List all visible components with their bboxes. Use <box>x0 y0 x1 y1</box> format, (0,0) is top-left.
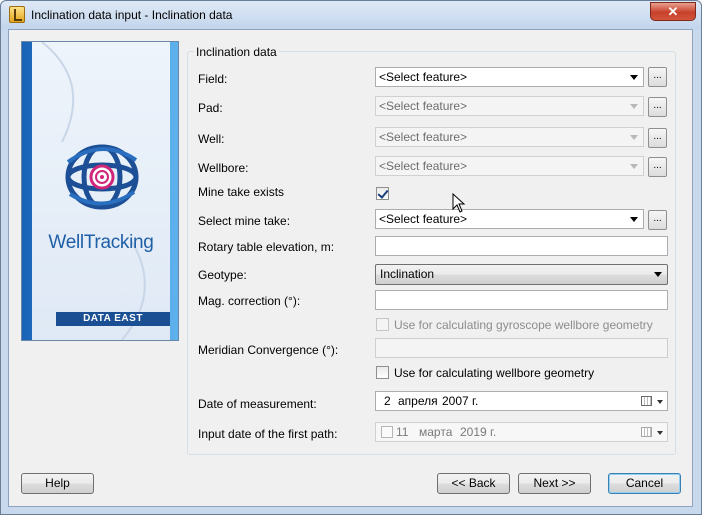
chevron-down-icon <box>630 104 638 109</box>
pad-select-value: <Select feature> <box>379 99 468 113</box>
globe-target-logo-icon <box>41 42 146 340</box>
geotype-select-value: Inclination <box>380 267 435 281</box>
date-year: 2007 г. <box>442 394 479 408</box>
mine-take-browse-button[interactable]: ... <box>648 210 667 230</box>
pad-browse-button[interactable]: ... <box>648 97 667 117</box>
well-browse-button[interactable]: ... <box>648 128 667 148</box>
date-month: апреля <box>398 394 438 408</box>
rotary-elevation-input[interactable] <box>375 236 668 256</box>
wellbore-geometry-checkbox[interactable] <box>376 366 389 379</box>
help-button[interactable]: Help <box>21 473 94 494</box>
chevron-down-icon <box>657 400 663 404</box>
geotype-label: Geotype: <box>198 268 247 282</box>
mag-correction-input[interactable] <box>375 290 668 310</box>
input-date-picker[interactable]: 11 марта 2019 г. <box>375 422 668 442</box>
mag-correction-label: Mag. correction (°): <box>198 294 301 308</box>
title-bar[interactable]: Inclination data input - Inclination dat… <box>1 1 701 29</box>
chevron-down-icon <box>630 75 638 80</box>
pad-select[interactable]: <Select feature> <box>375 96 644 116</box>
close-button[interactable]: ✕ <box>650 2 696 21</box>
cancel-button[interactable]: Cancel <box>608 473 681 494</box>
field-browse-button[interactable]: ... <box>648 67 667 87</box>
input-date-enable-checkbox[interactable] <box>381 426 393 438</box>
next-button[interactable]: Next >> <box>518 473 591 494</box>
chevron-down-icon <box>657 431 663 435</box>
wellbore-browse-button[interactable]: ... <box>648 157 667 177</box>
meridian-convergence-input[interactable] <box>375 338 668 358</box>
chevron-down-icon <box>630 217 638 222</box>
meridian-convergence-label: Meridian Convergence (°): <box>198 343 339 357</box>
app-icon <box>9 6 25 23</box>
mine-take-select-value: <Select feature> <box>379 212 468 226</box>
product-name: WellTracking <box>48 232 154 253</box>
mine-take-exists-label: Mine take exists <box>198 185 285 199</box>
select-mine-take-label: Select mine take: <box>198 214 291 228</box>
input-date-label: Input date of the first path: <box>198 427 338 441</box>
measurement-date-label: Date of measurement: <box>198 397 317 411</box>
chevron-down-icon <box>630 164 638 169</box>
well-label: Well: <box>198 132 225 146</box>
chevron-down-icon <box>630 135 638 140</box>
group-title: Inclination data <box>194 45 279 59</box>
chevron-down-icon <box>654 272 662 277</box>
banner-panel: WellTracking DATA EAST <box>32 42 170 340</box>
input-date-year: 2019 г. <box>460 425 497 439</box>
well-select-value: <Select feature> <box>379 130 468 144</box>
pad-label: Pad: <box>198 101 223 115</box>
input-date-day: 11 <box>396 425 409 439</box>
date-day: 2 <box>384 394 391 408</box>
calendar-icon[interactable] <box>641 396 652 406</box>
gyroscope-geometry-checkbox[interactable] <box>376 318 389 331</box>
mine-take-exists-checkbox[interactable] <box>376 187 389 200</box>
dialog-client-area: WellTracking DATA EAST Inclination data … <box>8 29 693 507</box>
gyroscope-geometry-label: Use for calculating gyroscope wellbore g… <box>394 318 653 332</box>
field-label: Field: <box>198 72 228 86</box>
measurement-date-picker[interactable]: 2 апреля 2007 г. <box>375 391 668 411</box>
field-select[interactable]: <Select feature> <box>375 67 644 87</box>
rotary-elevation-label: Rotary table elevation, m: <box>198 240 335 254</box>
wellbore-label: Wellbore: <box>198 161 249 175</box>
back-button[interactable]: << Back <box>437 473 510 494</box>
product-banner: WellTracking DATA EAST <box>21 41 179 341</box>
wellbore-select-value: <Select feature> <box>379 159 468 173</box>
geotype-select[interactable]: Inclination <box>375 264 668 285</box>
well-select[interactable]: <Select feature> <box>375 127 644 147</box>
wellbore-select[interactable]: <Select feature> <box>375 156 644 176</box>
wellbore-geometry-label: Use for calculating wellbore geometry <box>394 366 595 380</box>
vendor-logo: DATA EAST <box>56 312 170 326</box>
calendar-icon[interactable] <box>641 427 652 437</box>
window-title: Inclination data input - Inclination dat… <box>31 8 233 22</box>
input-date-month: марта <box>419 425 453 439</box>
field-select-value: <Select feature> <box>379 70 468 84</box>
mine-take-select[interactable]: <Select feature> <box>375 209 644 229</box>
mouse-pointer-icon <box>452 193 466 213</box>
